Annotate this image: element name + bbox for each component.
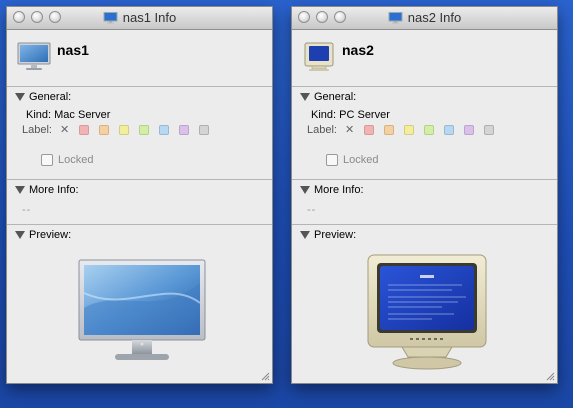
more-info-heading: More Info: bbox=[314, 184, 364, 196]
kind-label: Kind: bbox=[311, 109, 337, 121]
disclosure-triangle-icon[interactable] bbox=[15, 231, 25, 239]
label-red-swatch[interactable] bbox=[364, 124, 375, 135]
locked-row: Locked bbox=[326, 154, 378, 166]
label-orange-swatch[interactable] bbox=[384, 124, 395, 135]
resize-grip-icon[interactable] bbox=[260, 371, 270, 381]
general-heading: General: bbox=[29, 91, 72, 103]
locked-label: Locked bbox=[343, 154, 379, 166]
more-info-value: -- bbox=[307, 204, 317, 216]
disclosure-triangle-icon[interactable] bbox=[15, 93, 25, 101]
label-green-swatch[interactable] bbox=[424, 124, 435, 135]
label-clear-icon[interactable]: ✕ bbox=[60, 123, 69, 136]
item-name: nas2 bbox=[342, 42, 374, 58]
disclosure-triangle-icon[interactable] bbox=[300, 231, 310, 239]
label-yellow-swatch[interactable] bbox=[404, 124, 415, 135]
disclosure-triangle-icon[interactable] bbox=[300, 186, 310, 194]
item-name: nas1 bbox=[57, 42, 89, 58]
disclosure-triangle-icon[interactable] bbox=[15, 186, 25, 194]
locked-row: Locked bbox=[41, 154, 93, 166]
locked-checkbox[interactable] bbox=[326, 154, 338, 166]
title-bar[interactable]: nas1 Info bbox=[7, 7, 272, 30]
label-label: Label: bbox=[22, 123, 52, 136]
preview-heading: Preview: bbox=[314, 229, 357, 241]
kind-row: Kind: Mac Server bbox=[26, 109, 110, 121]
lcd-display-icon bbox=[388, 11, 403, 23]
general-section: General: Kind: Mac Server Label: ✕ Locke… bbox=[7, 87, 272, 180]
window-title: nas2 Info bbox=[292, 10, 557, 25]
locked-label: Locked bbox=[58, 154, 94, 166]
preview-disclosure[interactable]: Preview: bbox=[292, 225, 557, 245]
label-blue-swatch[interactable] bbox=[159, 124, 170, 135]
label-label: Label: bbox=[307, 123, 337, 136]
window-title-text: nas2 Info bbox=[407, 10, 462, 25]
locked-checkbox[interactable] bbox=[41, 154, 53, 166]
general-disclosure[interactable]: General: bbox=[292, 87, 557, 107]
preview-heading: Preview: bbox=[29, 229, 72, 241]
label-gray-swatch[interactable] bbox=[199, 124, 210, 135]
preview-disclosure[interactable]: Preview: bbox=[7, 225, 272, 245]
label-green-swatch[interactable] bbox=[139, 124, 150, 135]
general-section: General: Kind: PC Server Label: ✕ Locked bbox=[292, 87, 557, 180]
window-title-text: nas1 Info bbox=[122, 10, 177, 25]
lcd-display-preview-image bbox=[78, 259, 206, 360]
item-header: nas2 bbox=[292, 30, 557, 87]
general-heading: General: bbox=[314, 91, 357, 103]
more-info-disclosure[interactable]: More Info: bbox=[292, 180, 557, 200]
label-yellow-swatch[interactable] bbox=[119, 124, 130, 135]
more-info-heading: More Info: bbox=[29, 184, 79, 196]
resize-grip-icon[interactable] bbox=[545, 371, 555, 381]
label-row: Label: ✕ bbox=[22, 123, 219, 136]
kind-label: Kind: bbox=[26, 109, 52, 121]
kind-value: Mac Server bbox=[54, 109, 111, 121]
info-window-nas1[interactable]: nas1 Info nas1 General: Kind: Mac Server bbox=[6, 6, 273, 384]
preview-section: Preview: bbox=[292, 225, 557, 383]
more-info-value: -- bbox=[22, 204, 32, 216]
label-purple-swatch[interactable] bbox=[179, 124, 190, 135]
title-bar[interactable]: nas2 Info bbox=[292, 7, 557, 30]
item-header: nas1 bbox=[7, 30, 272, 87]
more-info-disclosure[interactable]: More Info: bbox=[7, 180, 272, 200]
kind-row: Kind: PC Server bbox=[311, 109, 390, 121]
window-title: nas1 Info bbox=[7, 10, 272, 25]
info-window-nas2[interactable]: nas2 Info nas2 General: Kind: PC Server … bbox=[291, 6, 558, 384]
label-blue-swatch[interactable] bbox=[444, 124, 455, 135]
label-red-swatch[interactable] bbox=[79, 124, 90, 135]
label-purple-swatch[interactable] bbox=[464, 124, 475, 135]
label-clear-icon[interactable]: ✕ bbox=[345, 123, 354, 136]
lcd-display-icon bbox=[103, 11, 118, 23]
disclosure-triangle-icon[interactable] bbox=[300, 93, 310, 101]
crt-monitor-preview-image bbox=[367, 254, 487, 370]
label-gray-swatch[interactable] bbox=[484, 124, 495, 135]
label-row: Label: ✕ bbox=[307, 123, 504, 136]
crt-monitor-icon bbox=[304, 42, 334, 71]
preview-section: Preview: bbox=[7, 225, 272, 383]
general-disclosure[interactable]: General: bbox=[7, 87, 272, 107]
label-orange-swatch[interactable] bbox=[99, 124, 110, 135]
kind-value: PC Server bbox=[339, 109, 390, 121]
more-info-section: More Info: -- bbox=[7, 180, 272, 225]
lcd-display-icon bbox=[17, 42, 51, 70]
more-info-section: More Info: -- bbox=[292, 180, 557, 225]
